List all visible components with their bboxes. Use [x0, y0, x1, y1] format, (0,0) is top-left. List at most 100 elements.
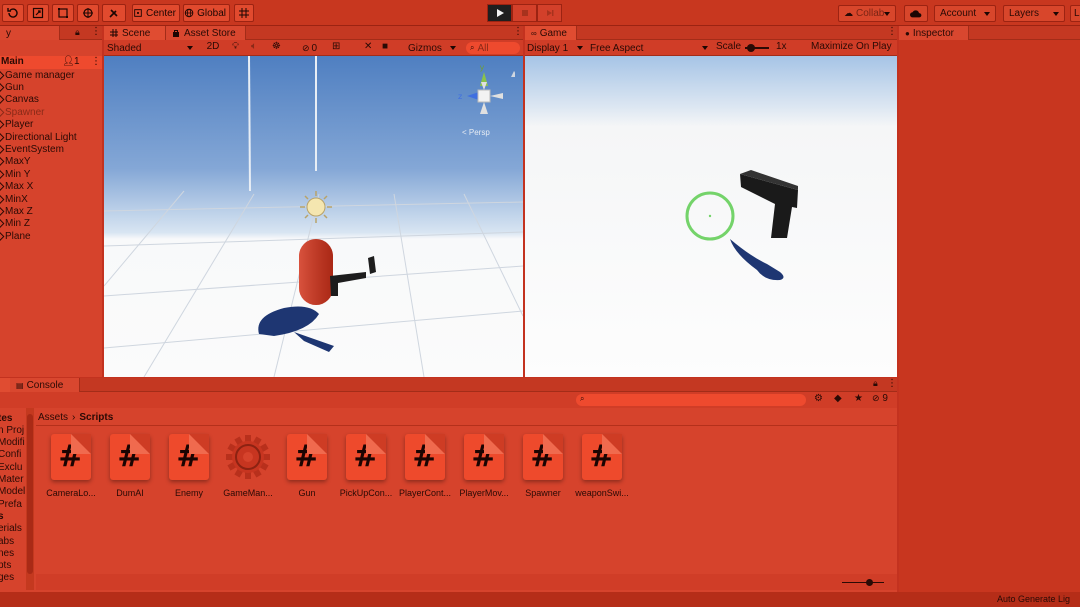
shading-mode-dropdown[interactable]: Shaded — [104, 41, 196, 55]
transform-tool-button[interactable] — [77, 4, 99, 22]
hierarchy-item[interactable]: Directional Light — [0, 131, 77, 143]
camera-icon[interactable]: ■ — [382, 41, 388, 52]
hierarchy-item[interactable]: Min Y — [0, 168, 30, 180]
filter-by-label-icon[interactable]: ◆ — [834, 393, 842, 404]
global-space-button[interactable]: Global — [183, 4, 230, 22]
hierarchy-item-label: Min Z — [5, 218, 30, 230]
play-button[interactable] — [487, 4, 512, 22]
hierarchy-item[interactable]: MinX — [0, 193, 28, 205]
custom-tool-button[interactable] — [102, 4, 126, 22]
project-tree-item[interactable]: n Proj — [0, 424, 24, 436]
game-panel-menu-icon[interactable]: ⋮ — [887, 26, 897, 37]
hierarchy-item[interactable]: Min Z — [0, 218, 30, 230]
cloud-services-button[interactable] — [904, 5, 928, 22]
aspect-dropdown[interactable]: Free Aspect — [588, 41, 710, 55]
hierarchy-item[interactable]: Gun — [0, 81, 24, 93]
hierarchy-item[interactable]: EventSystem — [0, 143, 64, 155]
asset-item[interactable]: # Spawner — [514, 434, 572, 498]
asset-item[interactable]: GameMan... — [219, 434, 277, 498]
hierarchy-item[interactable]: Game manager — [0, 69, 74, 81]
project-search-input[interactable]: ⌕ — [576, 394, 806, 406]
asset-item[interactable]: # CameraLo... — [42, 434, 100, 498]
orientation-gizmo[interactable]: y z ▲ — [449, 62, 515, 137]
scene-viewport[interactable]: y z ▲ < Persp — [104, 56, 523, 377]
grid-snap-button[interactable] — [234, 4, 254, 22]
project-tree-item[interactable]: Confi — [0, 449, 21, 461]
scene-search-input[interactable]: ⌕ All — [466, 42, 520, 54]
favorite-star-icon[interactable]: ★ — [854, 393, 863, 404]
project-tree-item[interactable]: Exclu — [0, 461, 22, 473]
tab-inspector[interactable]: ● Inspector — [899, 26, 969, 40]
collab-dropdown[interactable]: ☁ Collab — [838, 5, 896, 22]
rect-tool-button[interactable] — [52, 4, 74, 22]
icon-size-slider-thumb[interactable] — [866, 579, 873, 586]
tree-scrollbar[interactable] — [26, 408, 34, 590]
step-button[interactable] — [537, 4, 562, 22]
asset-item[interactable]: # PickUpCon... — [337, 434, 395, 498]
project-tree-item[interactable]: Prefa — [0, 498, 22, 510]
display-dropdown[interactable]: Display 1 — [525, 41, 585, 55]
hidden-objects-toggle[interactable]: ⊘ 0 — [302, 41, 326, 55]
project-tree-item[interactable]: abs — [0, 535, 14, 547]
asset-item[interactable]: # Gun — [278, 434, 336, 498]
layers-dropdown[interactable]: Layers — [1003, 5, 1065, 22]
tab-asset-store[interactable]: Asset Store — [166, 26, 246, 40]
scale-slider-thumb[interactable] — [747, 44, 755, 52]
grid-toggle-icon[interactable]: ⊞ — [332, 41, 340, 52]
tab-console[interactable]: ▤ Console — [10, 378, 80, 392]
pause-button[interactable] — [512, 4, 537, 22]
scale-tool-button[interactable] — [27, 4, 49, 22]
panel-menu-icon[interactable]: ⋮ — [91, 26, 101, 37]
hierarchy-item[interactable]: Plane — [0, 230, 31, 242]
breadcrumb-assets[interactable]: Assets — [38, 412, 68, 423]
tab-hierarchy[interactable]: y — [0, 26, 60, 40]
lighting-icon[interactable]: 💡︎ — [232, 41, 239, 52]
project-tree-item[interactable]: ges — [0, 572, 14, 584]
tab-game[interactable]: ∞ Game — [525, 26, 577, 40]
scene-menu-icon[interactable]: ⋮ — [91, 56, 101, 67]
layout-dropdown[interactable]: L — [1070, 5, 1080, 22]
asset-item[interactable]: # DumAI — [101, 434, 159, 498]
scene-tools-icon[interactable]: ✕ — [364, 41, 372, 52]
breadcrumb-scripts[interactable]: Scripts — [79, 412, 113, 423]
mode-2d-button[interactable]: 2D — [202, 41, 224, 55]
project-tree-item[interactable]: Modifi — [0, 437, 25, 449]
asset-item[interactable]: # PlayerMov... — [455, 434, 513, 498]
asset-item[interactable]: # PlayerCont... — [396, 434, 454, 498]
project-tree-item[interactable]: Model — [0, 486, 25, 498]
hierarchy-item[interactable]: Max X — [0, 181, 33, 193]
hierarchy-item[interactable]: Canvas — [0, 94, 39, 106]
gizmos-dropdown[interactable]: Gizmos — [406, 41, 458, 55]
lock-icon[interactable]: 🔒︎ — [873, 378, 878, 389]
persp-label[interactable]: < Persp — [462, 128, 490, 137]
pivot-center-button[interactable]: Center — [132, 4, 180, 22]
icon-size-slider[interactable] — [842, 579, 884, 586]
rotate-tool-button[interactable] — [2, 4, 24, 22]
scale-slider[interactable] — [745, 44, 769, 52]
audio-icon[interactable]: 🔈︎ — [251, 41, 257, 52]
lock-icon[interactable]: 🔒︎ — [75, 27, 80, 38]
project-tree-item[interactable]: tes — [0, 412, 12, 424]
asset-item[interactable]: # Enemy — [160, 434, 218, 498]
effects-icon[interactable]: ☸︎ — [272, 41, 281, 52]
hierarchy-item[interactable]: Spawner — [0, 106, 44, 118]
hierarchy-item[interactable]: MaxY — [0, 156, 31, 168]
hierarchy-item[interactable]: Max Z — [0, 205, 33, 217]
project-tree-item[interactable]: erials — [0, 523, 22, 535]
tree-scrollbar-thumb[interactable] — [27, 414, 33, 574]
account-dropdown[interactable]: Account — [934, 5, 996, 22]
hierarchy-item[interactable]: Player — [0, 119, 33, 131]
filter-by-type-icon[interactable]: ⚙︎ — [814, 393, 823, 404]
project-tree-item[interactable]: nes — [0, 547, 14, 559]
scene-header-row[interactable]: Main 👤︎ 1 ⋮ — [0, 56, 102, 69]
hidden-packages-toggle[interactable]: ⊘ 9 — [872, 393, 896, 407]
project-panel-menu-icon[interactable]: ⋮ — [887, 378, 897, 389]
project-tree-item[interactable]: pts — [0, 560, 11, 572]
maximize-on-play-toggle[interactable]: Maximize On Play — [808, 41, 896, 55]
game-viewport[interactable] — [525, 56, 897, 377]
tab-scene[interactable]: Scene — [104, 26, 166, 40]
scene-panel-menu-icon[interactable]: ⋮ — [513, 26, 523, 37]
project-tree-item[interactable]: s — [0, 510, 4, 522]
asset-item[interactable]: # weaponSwi... — [573, 434, 631, 498]
project-tree-item[interactable]: Mater — [0, 474, 24, 486]
